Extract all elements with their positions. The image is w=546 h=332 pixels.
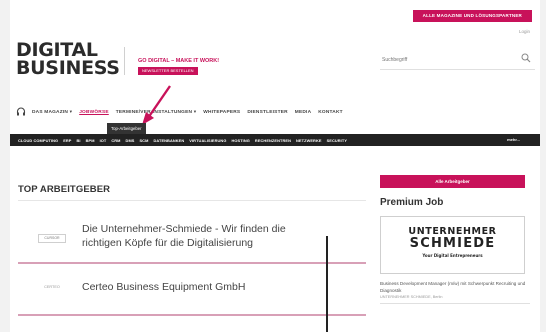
page: ALLE MAGAZINE UND LÖSUNGSPARTNER Login D… — [10, 0, 540, 332]
search-box — [380, 48, 535, 71]
subnav-item[interactable]: SCM — [139, 138, 148, 143]
search-input[interactable] — [380, 49, 500, 71]
login-link[interactable]: Login — [519, 29, 530, 34]
subnav-item[interactable]: CLOUD COMPUTING — [18, 138, 58, 143]
premium-job-description[interactable]: Business Development Manager (m/w) mit S… — [380, 280, 530, 294]
subnav-item[interactable]: SECURITY — [327, 138, 347, 143]
text-cursor — [326, 236, 328, 332]
subnav-item[interactable]: NETZWERKE — [296, 138, 322, 143]
employer-title[interactable]: Die Unternehmer-Schmiede - Wir finden di… — [82, 222, 322, 250]
nav-tooltip: Top-Arbeitgeber — [107, 123, 146, 134]
nav-item-kontakt[interactable]: KONTAKT — [318, 110, 343, 115]
employer-logo: CURSOR — [38, 234, 66, 243]
subnav-item[interactable]: ERP — [63, 138, 71, 143]
subnav-item[interactable]: DMS — [126, 138, 135, 143]
subnav-item[interactable]: HOSTING — [231, 138, 249, 143]
newsletter-badge[interactable]: NEWSLETTER BESTELLEN — [138, 67, 198, 75]
nav-item-magazin[interactable]: DAS MAGAZIN ▾ — [32, 110, 72, 115]
row-divider — [18, 262, 366, 264]
subnav-item[interactable]: DATENBANKEN — [153, 138, 184, 143]
subnav-item[interactable]: BPM — [86, 138, 95, 143]
digital-business-logo[interactable]: DIGITAL BUSINESS — [16, 41, 120, 79]
topic-subnav: CLOUD COMPUTING ERP BI BPM IOT CRM DMS S… — [10, 134, 540, 146]
subnav-item[interactable]: IOT — [100, 138, 107, 143]
tagline: GO DIGITAL – MAKE IT WORK! — [138, 58, 220, 64]
row-divider — [18, 314, 366, 316]
nav-item-whitepapers[interactable]: WHITEPAPERS — [203, 110, 240, 115]
divider — [380, 303, 530, 304]
card-logo-line3: Your Digital Entrepreneurs — [422, 253, 483, 258]
employer-title[interactable]: Certeo Business Equipment GmbH — [82, 280, 245, 294]
divider — [18, 200, 366, 201]
subnav-item[interactable]: BI — [77, 138, 81, 143]
section-title: TOP ARBEITGEBER — [18, 184, 111, 195]
logo-divider — [124, 47, 125, 75]
all-employers-button[interactable]: Alle Arbeitgeber — [380, 175, 525, 188]
premium-job-card[interactable]: UNTERNEHMER SCHMIEDE Your Digital Entrep… — [380, 216, 525, 274]
logo-line2: BUSINESS — [16, 57, 120, 79]
subnav-item[interactable]: CRM — [111, 138, 120, 143]
sidebar: Alle Arbeitgeber Premium Job UNTERNEHMER… — [380, 175, 538, 304]
search-icon[interactable] — [521, 53, 531, 63]
premium-job-meta: UNTERNEHMER SCHMIEDE, Berlin — [380, 295, 443, 299]
subnav-item[interactable]: VIRTUALISIERUNG — [189, 138, 226, 143]
nav-item-dienstleister[interactable]: DIENSTLEISTER — [247, 110, 287, 115]
headset-icon[interactable] — [16, 107, 26, 117]
unternehmer-schmiede-logo: UNTERNEHMER SCHMIEDE Your Digital Entrep… — [391, 226, 514, 259]
employer-logo: CERTEO — [44, 285, 60, 289]
main-nav: DAS MAGAZIN ▾ JOBWÖRSE TERMINE/VERANSTAL… — [16, 104, 536, 120]
card-logo-line2: SCHMIEDE — [409, 236, 496, 251]
nav-item-jobboerse[interactable]: JOBWÖRSE — [79, 110, 109, 115]
all-magazines-button[interactable]: ALLE MAGAZINE UND LÖSUNGSPARTNER — [412, 10, 532, 22]
nav-item-media[interactable]: MEDIA — [295, 110, 311, 115]
subnav-item[interactable]: RECHENZENTREN — [255, 138, 291, 143]
premium-job-title: Premium Job — [380, 197, 444, 208]
subnav-more-link[interactable]: mehr... — [507, 134, 520, 146]
